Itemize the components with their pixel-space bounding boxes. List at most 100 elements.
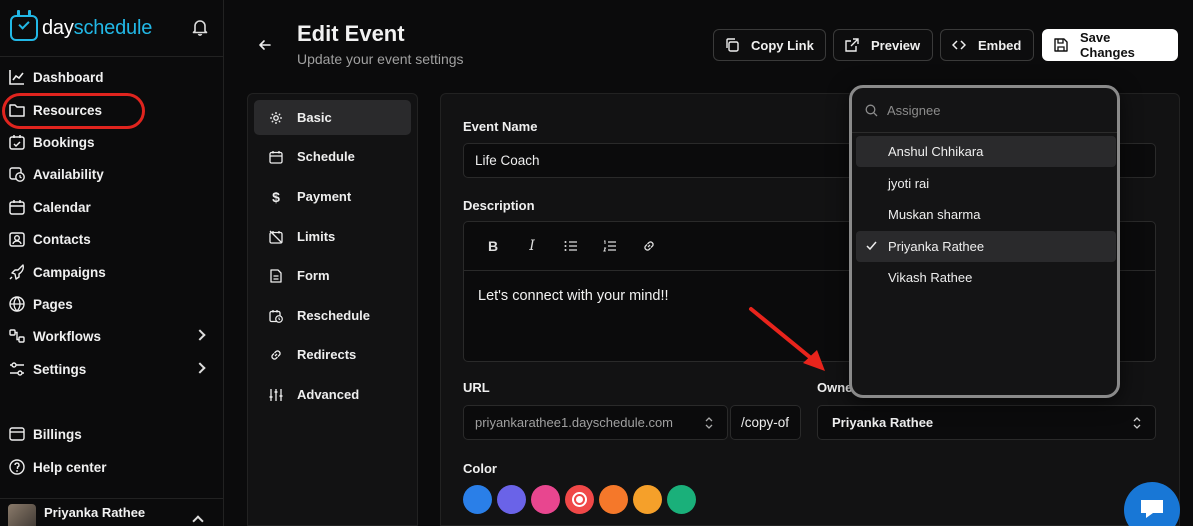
color-label: Color <box>463 461 497 476</box>
assignee-option[interactable]: Muskan sharma <box>856 199 1116 230</box>
sidebar-item-label: Availability <box>33 166 104 182</box>
tab-form[interactable]: Form <box>254 258 411 293</box>
sidebar-item-help-center[interactable]: Help center <box>8 454 216 480</box>
bell-icon[interactable] <box>192 18 208 36</box>
save-changes-button[interactable]: Save Changes <box>1042 29 1178 61</box>
tab-reschedule[interactable]: Reschedule <box>254 298 411 333</box>
tab-label: Basic <box>297 110 332 125</box>
assignee-search-input[interactable]: Assignee <box>852 88 1117 133</box>
assignee-option[interactable]: jyoti rai <box>856 168 1116 199</box>
sidebar-item-dashboard[interactable]: Dashboard <box>8 64 216 90</box>
description-label: Description <box>463 198 535 213</box>
tab-advanced[interactable]: Advanced <box>254 377 411 412</box>
sidebar-item-settings[interactable]: Settings <box>8 356 216 382</box>
tab-limits[interactable]: Limits <box>254 219 411 254</box>
back-arrow-icon[interactable] <box>256 36 274 54</box>
url-slug-input[interactable]: /copy-of <box>730 405 801 440</box>
search-placeholder: Assignee <box>887 102 941 118</box>
chevron-up-icon <box>192 515 204 526</box>
calendar-clock-icon <box>269 309 283 323</box>
tab-payment[interactable]: $ Payment <box>254 179 411 214</box>
tab-basic[interactable]: Basic <box>254 100 411 135</box>
tab-label: Reschedule <box>297 308 370 323</box>
sidebar-item-billings[interactable]: Billings <box>8 421 216 447</box>
sidebar-item-bookings[interactable]: Bookings <box>8 129 216 155</box>
assignee-dropdown: Assignee Anshul Chhikara jyoti rai Muska… <box>849 85 1120 398</box>
logo-icon <box>10 10 38 41</box>
app-root: dayschedule Dashboard Resources Bookings… <box>0 0 1193 526</box>
url-domain-value: priyankarathee1.dayschedule.com <box>475 415 674 430</box>
sidebar-item-label: Help center <box>33 459 107 475</box>
sidebar-item-pages[interactable]: Pages <box>8 291 216 317</box>
color-swatch[interactable] <box>599 485 628 514</box>
dollar-icon: $ <box>272 188 280 205</box>
annotation-arrow <box>749 307 825 371</box>
sidebar-item-calendar[interactable]: Calendar <box>8 194 216 220</box>
page-subtitle: Update your event settings <box>297 51 464 67</box>
sidebar-item-availability[interactable]: Availability <box>8 161 216 187</box>
tab-redirects[interactable]: Redirects <box>254 337 411 372</box>
copy-icon <box>725 38 739 52</box>
user-menu[interactable]: Priyanka Rathee <box>0 498 224 526</box>
clock-icon <box>8 165 26 183</box>
preview-button[interactable]: Preview <box>833 29 933 61</box>
bullet-list-icon[interactable] <box>560 235 582 257</box>
color-swatch[interactable] <box>633 485 662 514</box>
bold-icon[interactable]: B <box>482 235 504 257</box>
external-link-icon <box>845 38 859 52</box>
link-icon[interactable] <box>638 235 660 257</box>
calendar-check-icon <box>8 133 26 151</box>
search-icon <box>864 103 878 117</box>
save-changes-label: Save Changes <box>1080 30 1135 60</box>
gear-icon <box>269 111 283 125</box>
save-icon <box>1054 38 1068 52</box>
color-swatch[interactable] <box>565 485 594 514</box>
option-label: jyoti rai <box>888 176 930 191</box>
option-label: Muskan sharma <box>888 207 981 222</box>
sidebar-item-label: Bookings <box>33 134 95 150</box>
preview-label: Preview <box>871 37 921 53</box>
credit-card-icon <box>8 425 26 443</box>
tab-label: Redirects <box>297 347 357 362</box>
owner-value: Priyanka Rathee <box>832 415 934 430</box>
sidebar-item-campaigns[interactable]: Campaigns <box>8 259 216 285</box>
globe-icon <box>8 295 26 313</box>
italic-icon[interactable]: I <box>521 235 543 257</box>
sidebar-item-contacts[interactable]: Contacts <box>8 226 216 252</box>
color-swatch[interactable] <box>497 485 526 514</box>
url-label: URL <box>463 380 490 395</box>
owner-select[interactable]: Priyanka Rathee <box>817 405 1156 440</box>
numbered-list-icon[interactable] <box>599 235 621 257</box>
sidebar-item-workflows[interactable]: Workflows <box>8 323 216 349</box>
copy-link-button[interactable]: Copy Link <box>713 29 826 61</box>
sidebar-item-label: Settings <box>33 361 87 377</box>
color-swatch[interactable] <box>531 485 560 514</box>
calendar-icon <box>269 150 283 164</box>
sidebar-item-label: Contacts <box>33 231 91 247</box>
event-name-value: Life Coach <box>475 153 540 168</box>
assignee-option[interactable]: Anshul Chhikara <box>856 136 1116 167</box>
tab-label: Schedule <box>297 149 355 164</box>
option-label: Vikash Rathee <box>888 270 973 285</box>
color-swatch[interactable] <box>667 485 696 514</box>
calendar-off-icon <box>269 230 283 244</box>
workflow-icon <box>8 327 26 345</box>
sidebar-item-label: Dashboard <box>33 69 104 85</box>
rocket-icon <box>8 263 26 281</box>
contact-icon <box>8 230 26 248</box>
url-domain-select[interactable]: priyankarathee1.dayschedule.com <box>463 405 728 440</box>
help-icon <box>8 458 26 476</box>
sidebar-item-label: Campaigns <box>33 264 106 280</box>
document-icon <box>269 268 283 283</box>
assignee-option-selected[interactable]: Priyanka Rathee <box>856 231 1116 262</box>
event-name-label: Event Name <box>463 119 538 134</box>
user-name: Priyanka Rathee <box>44 505 146 520</box>
embed-button[interactable]: Embed <box>940 29 1034 61</box>
page-title: Edit Event <box>297 21 405 46</box>
tab-schedule[interactable]: Schedule <box>254 139 411 174</box>
color-swatch[interactable] <box>463 485 492 514</box>
code-icon <box>952 38 966 52</box>
assignee-option[interactable]: Vikash Rathee <box>856 262 1116 293</box>
logo[interactable]: dayschedule <box>0 0 223 57</box>
settings-icon <box>8 360 26 378</box>
